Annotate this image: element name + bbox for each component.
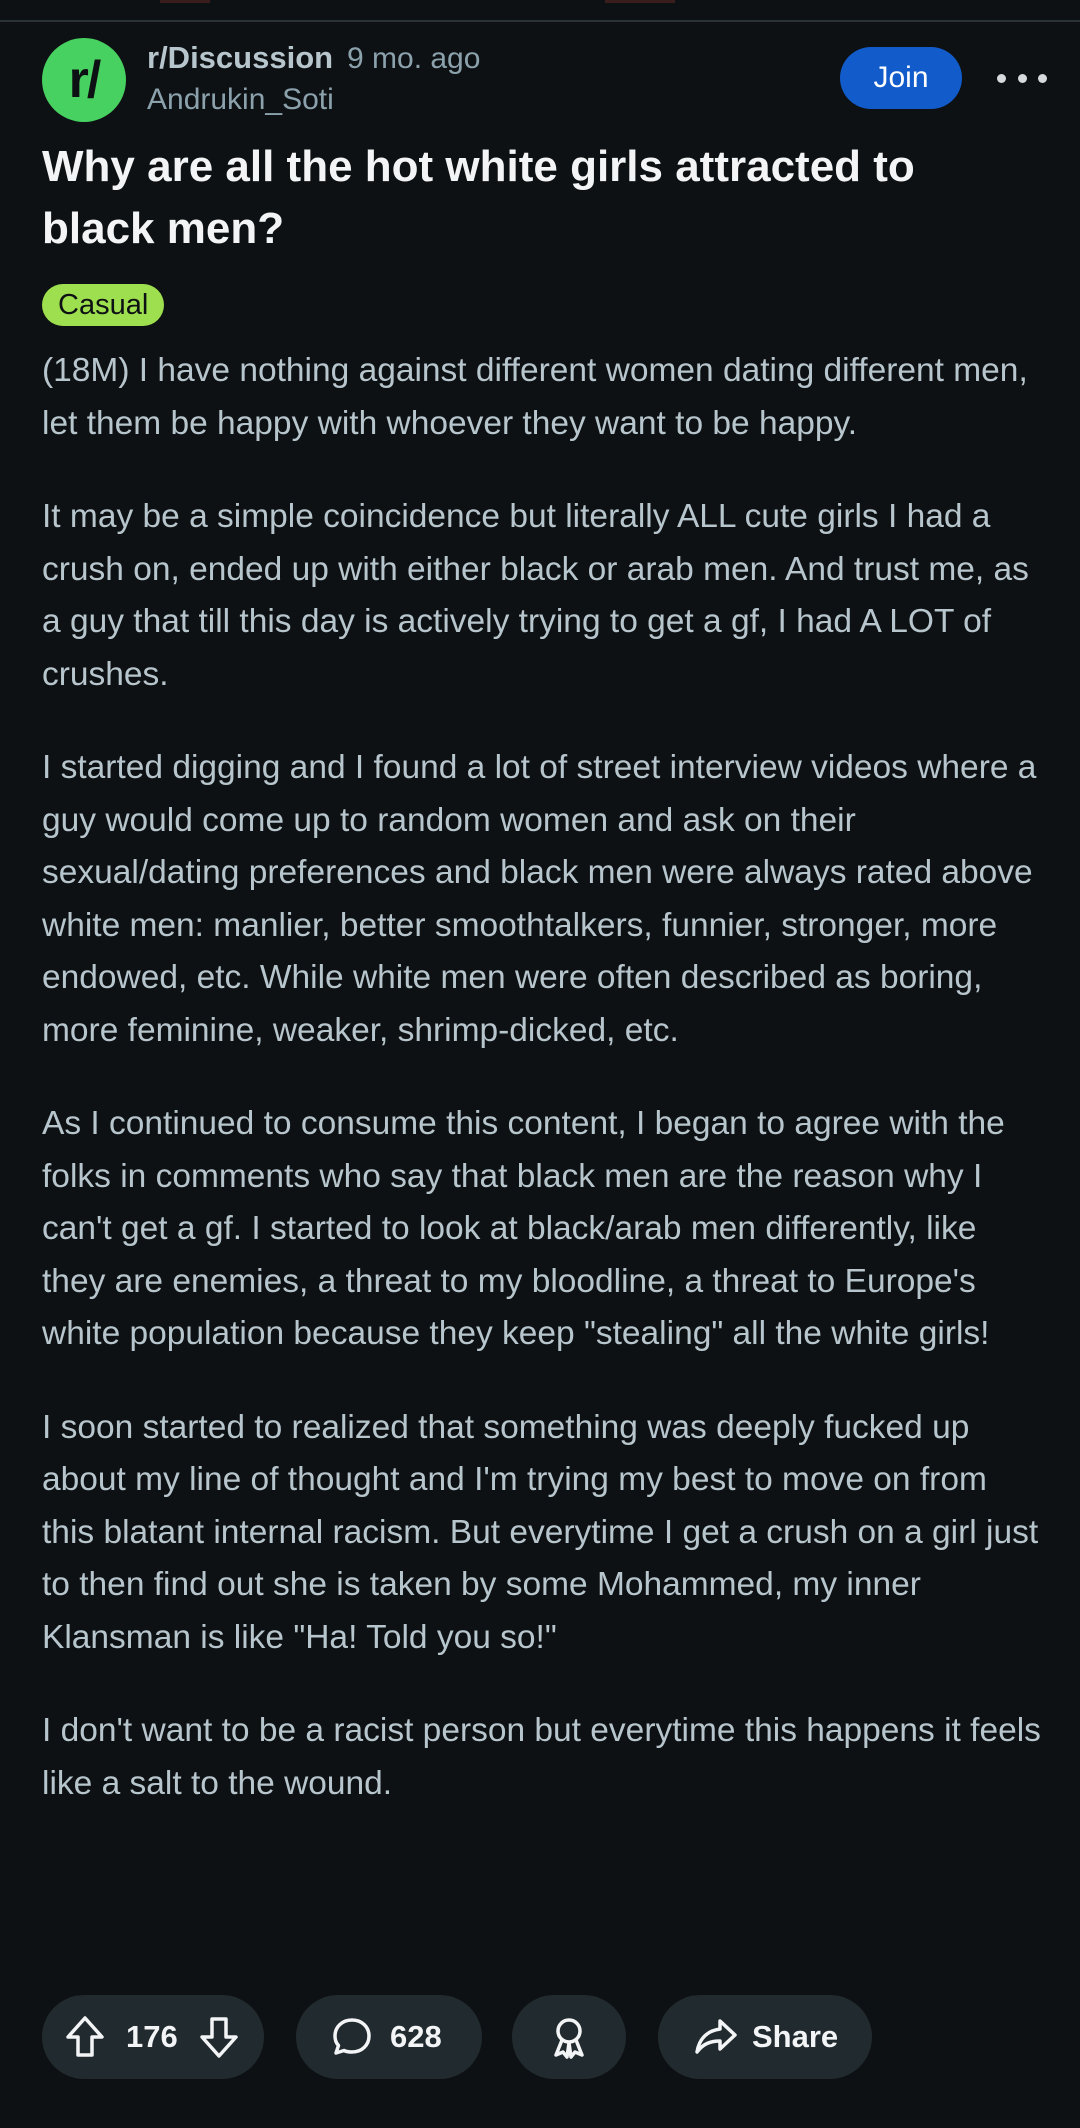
post-body: (18M) I have nothing against different w…: [42, 345, 1042, 1851]
comments-button[interactable]: 628: [296, 1995, 482, 2079]
more-options-icon[interactable]: [997, 60, 1047, 96]
downvote-icon[interactable]: [196, 2014, 242, 2060]
join-button[interactable]: Join: [840, 47, 962, 109]
comment-icon: [330, 2015, 374, 2059]
award-button[interactable]: [512, 1995, 626, 2079]
share-label: Share: [752, 2019, 839, 2054]
vote-control: 176: [42, 1995, 264, 2079]
top-accent-left: [160, 0, 210, 3]
share-icon: [694, 2015, 738, 2059]
body-paragraph: I soon started to realized that somethin…: [42, 1408, 1039, 1656]
post-time: 9 mo. ago: [347, 42, 481, 75]
author-name[interactable]: Andrukin_Soti: [147, 83, 334, 117]
body-paragraph: As I continued to consume this content, …: [42, 1105, 1005, 1352]
award-icon: [547, 2015, 591, 2059]
upvote-icon[interactable]: [62, 2014, 108, 2060]
post-flair[interactable]: Casual: [42, 284, 165, 326]
body-paragraph: (18M) I have nothing against different w…: [42, 352, 1028, 442]
subreddit-avatar[interactable]: r/: [42, 38, 126, 122]
top-accent-right: [605, 0, 675, 3]
action-bar: 176 628 Share: [42, 1995, 1042, 2079]
post-title: Why are all the hot white girls attracte…: [42, 142, 915, 253]
body-paragraph: It may be a simple coincidence but liter…: [42, 498, 1029, 693]
body-paragraph: I don't want to be a racist person but e…: [42, 1712, 1041, 1802]
vote-score: 176: [126, 2019, 178, 2054]
comment-count: 628: [390, 2019, 442, 2054]
top-divider: [0, 20, 1080, 22]
share-button[interactable]: Share: [658, 1995, 872, 2079]
body-paragraph: I started digging and I found a lot of s…: [42, 749, 1037, 1049]
post-header: r/ r/Discussion 9 mo. ago Andrukin_Soti …: [42, 38, 1047, 122]
subreddit-name[interactable]: r/Discussion: [147, 40, 333, 76]
